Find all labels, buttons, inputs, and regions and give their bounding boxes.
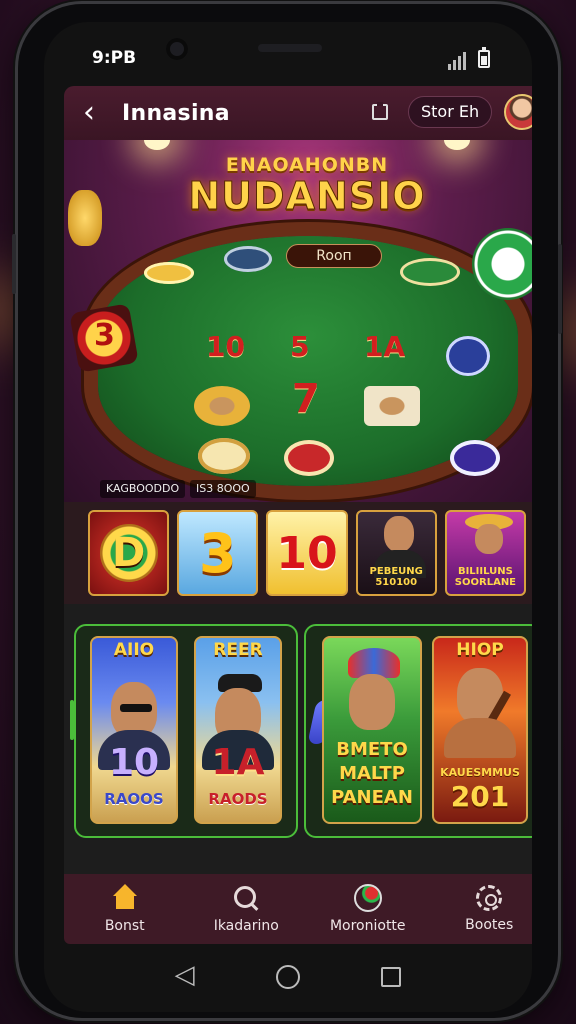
poker-chip-icon <box>450 440 500 476</box>
player-seat-icon <box>364 386 420 426</box>
app-bar: ‹ Innasina Stor Eh <box>64 86 532 140</box>
featured-tile[interactable]: 10 <box>266 510 348 596</box>
poker-chip-icon <box>224 246 272 272</box>
player-seat-icon <box>194 386 250 426</box>
featured-tile[interactable]: BILIILUNS SOORLANE <box>444 510 527 596</box>
poker-chip-icon <box>198 438 250 474</box>
game-card[interactable]: AIIO 10 RAOOS <box>90 636 178 824</box>
system-back-icon[interactable] <box>175 960 195 990</box>
spotlight <box>144 140 170 150</box>
notes-icon[interactable] <box>372 102 388 120</box>
poker-chip-icon <box>284 440 334 476</box>
system-home-icon[interactable] <box>275 965 300 989</box>
game-card-subtitle: KAUESMMUS <box>440 766 520 779</box>
poker-chip-icon <box>400 258 460 286</box>
game-card-subtitle: RAOOS <box>104 790 164 808</box>
badge-number: 3 <box>94 318 115 353</box>
tile-glyph: D <box>99 524 158 582</box>
featured-tile[interactable]: D <box>88 510 170 596</box>
tile-glyph: 10 <box>276 527 338 579</box>
profile-icon <box>353 884 382 912</box>
home-icon <box>111 884 139 912</box>
nav-item-home[interactable]: Bonst <box>64 874 186 944</box>
system-nav-bar <box>44 942 532 1012</box>
spotlight <box>444 140 470 150</box>
games-section: AIIO 10 RAOOS REER 1A RAODS BMETO MALTP … <box>64 604 532 874</box>
poker-chip-icon <box>144 262 194 284</box>
front-camera <box>166 38 188 60</box>
coin-icon <box>68 190 102 246</box>
game-card-number: 1A <box>211 742 265 783</box>
featured-tile[interactable]: 3 <box>177 510 259 596</box>
page-title: Innasina <box>122 100 230 126</box>
table-number: 1A <box>364 330 406 363</box>
status-time: 9:PB <box>92 48 137 68</box>
nav-item-profile[interactable]: Moroniotte <box>307 874 429 944</box>
featured-tiles: D 3 10 PEBEUNG 510100 BILIILUNS SOORLANE <box>64 502 532 604</box>
nav-label: Bootes <box>465 917 514 933</box>
tile-caption: BILIILUNS SOORLANE <box>454 566 517 588</box>
person-icon <box>474 524 503 554</box>
nav-item-settings[interactable]: Bootes <box>429 874 533 944</box>
poker-chip-icon <box>446 336 490 376</box>
signal-icon <box>448 52 466 70</box>
table-number: 7 <box>292 376 320 422</box>
volume-button <box>558 244 562 334</box>
person-icon <box>349 674 395 730</box>
earpiece-speaker <box>258 44 322 52</box>
person-icon <box>383 516 414 552</box>
nav-label: Moroniotte <box>329 918 406 934</box>
bottom-nav: Bonst Ikadarino Moroniotte Bootes <box>64 874 532 944</box>
featured-tile[interactable]: PEBEUNG 510100 <box>355 510 437 596</box>
hero-banner[interactable]: ENAOAHONBN NUDANSIO Rooп 10 5 1A 7 3 KAG… <box>64 140 532 502</box>
game-card-title: REER <box>213 640 263 660</box>
game-card[interactable]: REER 1A RAODS <box>194 636 282 824</box>
system-recents-icon[interactable] <box>381 967 402 987</box>
room-label[interactable]: Rooп <box>286 244 382 268</box>
status-bar: 9:PB <box>44 22 532 84</box>
game-card-title: BMETO MALTP PANEAN <box>331 739 413 808</box>
nav-item-search[interactable]: Ikadarino <box>186 874 308 944</box>
hero-footer-left: KAGBOODDO <box>100 480 186 498</box>
game-card-number: 10 <box>108 742 160 783</box>
settings-icon <box>476 885 503 911</box>
game-card-subtitle: RAODS <box>208 790 268 808</box>
tile-caption: PEBEUNG 510100 <box>369 566 423 588</box>
torso-icon <box>444 718 516 758</box>
game-card[interactable]: BMETO MALTP PANEAN <box>322 636 422 824</box>
nav-label: Bonst <box>104 918 145 934</box>
back-arrow-icon[interactable]: ‹ <box>70 98 108 128</box>
hero-kicker: ENAOAHONBN <box>225 154 389 176</box>
game-card-number: 201 <box>450 780 510 813</box>
phone-frame: 9:PB ‹ Innasina Stor Eh ENAOAHONBN NUDAN… <box>12 4 562 1018</box>
table-number: 5 <box>290 330 310 363</box>
store-button[interactable]: Stor Eh <box>408 96 493 128</box>
game-card-title: AIIO <box>113 640 155 660</box>
nav-label: Ikadarino <box>213 918 279 934</box>
hero-headline: NUDANSIO <box>188 174 426 219</box>
sunglasses-icon <box>120 704 152 712</box>
power-button <box>12 234 16 294</box>
game-card-title: HIOP <box>456 640 504 660</box>
game-card[interactable]: HIOP KAUESMMUS 201 <box>432 636 528 824</box>
screen: 9:PB ‹ Innasina Stor Eh ENAOAHONBN NUDAN… <box>44 22 532 1012</box>
battery-icon <box>478 47 490 68</box>
tile-glyph: 3 <box>199 521 237 585</box>
hero-footer-right: IS3 8OOO <box>190 480 256 498</box>
avatar[interactable] <box>504 94 532 130</box>
table-number: 10 <box>206 330 245 363</box>
search-icon <box>232 884 260 912</box>
